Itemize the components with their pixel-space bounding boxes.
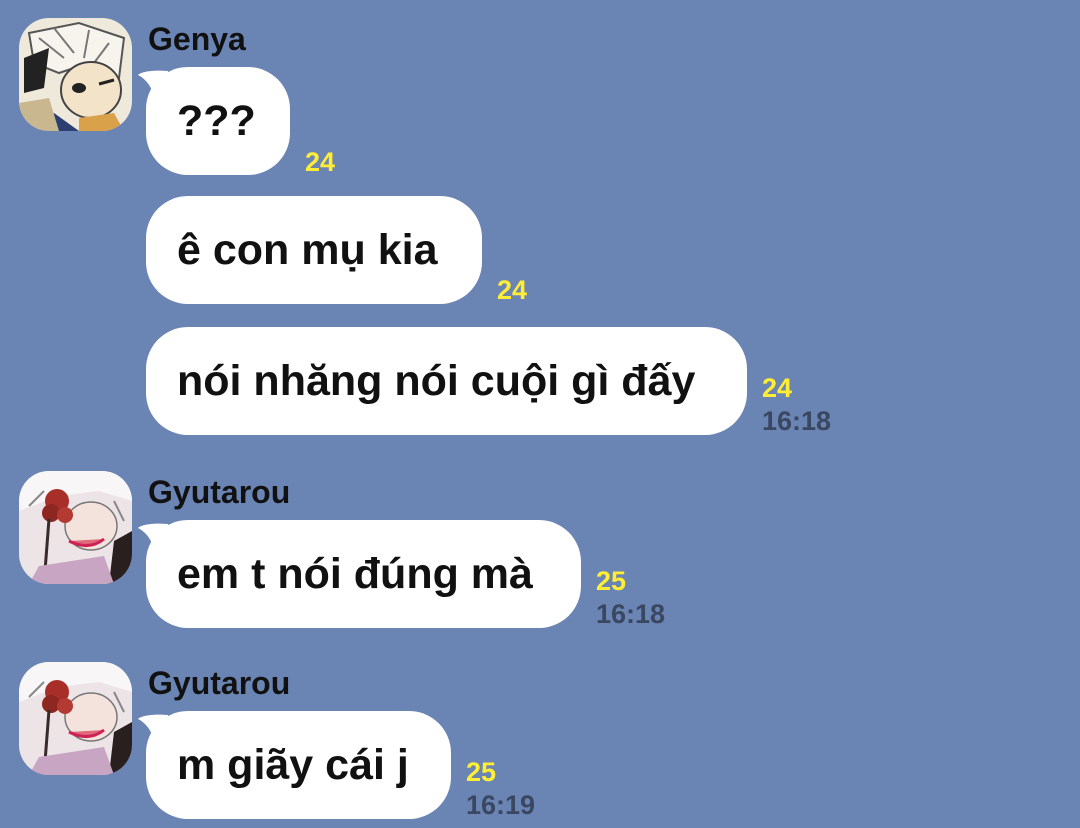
read-count: 24 bbox=[497, 275, 528, 305]
message-bubble[interactable]: ê con mụ kia bbox=[146, 196, 482, 304]
message-bubble[interactable]: em t nói đúng mà bbox=[138, 520, 581, 628]
message-text: ??? bbox=[177, 96, 256, 145]
message-text: em t nói đúng mà bbox=[177, 549, 533, 598]
read-count: 25 bbox=[466, 757, 497, 787]
bubble-tail-icon bbox=[138, 523, 172, 550]
gyutarou-avatar-icon[interactable] bbox=[19, 471, 132, 584]
bubble-tail-icon bbox=[138, 70, 172, 97]
message-bubble[interactable]: nói nhăng nói cuội gì đấy bbox=[146, 327, 747, 435]
sender-name: Gyutarou bbox=[148, 474, 291, 510]
read-count: 25 bbox=[596, 566, 627, 596]
message-text: nói nhăng nói cuội gì đấy bbox=[177, 356, 696, 405]
timestamp: 16:18 bbox=[762, 406, 832, 436]
genya-avatar-icon[interactable] bbox=[19, 18, 132, 131]
read-count: 24 bbox=[305, 147, 336, 177]
timestamp: 16:19 bbox=[466, 790, 536, 820]
message-bubble[interactable]: ??? bbox=[138, 67, 290, 175]
bubble-tail-icon bbox=[138, 714, 172, 741]
sender-name: Genya bbox=[148, 21, 246, 57]
timestamp: 16:18 bbox=[596, 599, 666, 629]
sender-name: Gyutarou bbox=[148, 665, 291, 701]
message-bubble[interactable]: m giãy cái j bbox=[138, 711, 451, 819]
message-text: m giãy cái j bbox=[177, 740, 409, 789]
read-count: 24 bbox=[762, 373, 793, 403]
gyutarou-avatar-icon[interactable] bbox=[19, 662, 132, 775]
message-text: ê con mụ kia bbox=[177, 225, 438, 274]
